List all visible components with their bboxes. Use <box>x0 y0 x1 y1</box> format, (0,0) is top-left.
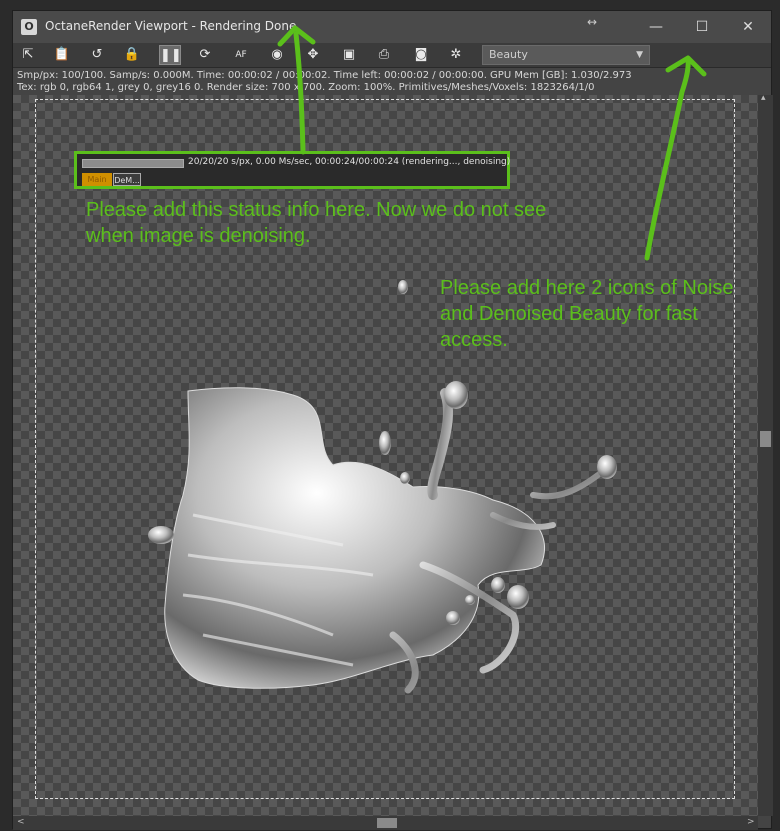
viewport-window: O OctaneRender Viewport - Rendering Done… <box>12 10 773 830</box>
render-pass-dropdown[interactable]: Beauty ▼ <box>482 45 650 65</box>
droplet-right-small <box>491 577 505 593</box>
auto-focus-icon[interactable]: AF <box>230 45 252 65</box>
resize-arrows-icon: ↔ <box>587 15 598 29</box>
droplet-top-large <box>444 381 468 409</box>
droplet-lower <box>446 611 460 625</box>
splash-main-body <box>164 387 545 689</box>
scroll-up-arrow-icon[interactable]: ▴ <box>761 93 766 103</box>
pause-icon[interactable]: ❚❚ <box>159 45 182 65</box>
render-stats-line-1: Smp/px: 100/100. Samp/s: 0.000M. Time: 0… <box>17 70 632 81</box>
close-button[interactable]: ✕ <box>725 11 771 43</box>
splash-tendril-top <box>427 388 453 500</box>
print-icon[interactable]: ⎙ <box>373 45 395 65</box>
render-pass-value: Beauty <box>489 48 528 61</box>
scroll-right-arrow-icon[interactable]: > <box>747 817 755 827</box>
settings-icon[interactable]: ✲ <box>445 45 467 65</box>
octane-app-icon: O <box>21 19 37 35</box>
droplet-left <box>148 526 174 544</box>
annotation-icons-note: Please add here 2 icons of Noise and Den… <box>440 277 734 351</box>
material-picker-icon[interactable]: ✥ <box>302 45 324 65</box>
refresh-icon[interactable]: ⟳ <box>194 45 216 65</box>
window-title: OctaneRender Viewport - Rendering Done <box>45 19 297 33</box>
lock-icon[interactable]: 🔒 <box>121 45 143 65</box>
horizontal-scroll-thumb[interactable] <box>377 818 397 828</box>
scroll-left-arrow-icon[interactable]: < <box>17 817 25 827</box>
render-status-text: 20/20/20 s/px, 0.00 Ms/sec, 00:00:24/00:… <box>188 157 511 167</box>
send-to-picture-viewer-icon[interactable]: ⇱ <box>17 45 39 65</box>
object-picker-icon[interactable]: ◉ <box>266 45 288 65</box>
droplet-right-top <box>597 455 617 479</box>
droplet-right-mid <box>507 585 529 609</box>
title-bar[interactable]: O OctaneRender Viewport - Rendering Done… <box>13 11 771 43</box>
annotation-status-note: Please add this status info here. Now we… <box>86 199 547 247</box>
vertical-scrollbar[interactable]: ▴ <box>758 93 773 816</box>
tab-main[interactable]: Main <box>82 173 112 186</box>
chevron-down-icon: ▼ <box>636 50 643 60</box>
render-progress-bar <box>82 159 184 168</box>
droplet-center-high <box>398 280 408 294</box>
droplet-middle <box>400 472 410 484</box>
minimize-button[interactable]: — <box>633 11 679 43</box>
droplet-center <box>379 431 391 455</box>
render-status-panel: 20/20/20 s/px, 0.00 Ms/sec, 00:00:24/00:… <box>74 151 510 189</box>
tab-dem[interactable]: DeM... <box>113 173 141 186</box>
restart-render-icon[interactable]: ↺ <box>86 45 108 65</box>
maximize-button[interactable]: ☐ <box>679 11 725 43</box>
splash-tendril-right-2 <box>490 472 601 530</box>
render-region-icon[interactable]: ▣ <box>338 45 360 65</box>
viewport-toolbar: ⇱ 📋 ↺ 🔒 ❚❚ ⟳ AF ◉ ✥ ▣ ⎙ ◙ ✲ Beauty ▼ <box>13 43 771 68</box>
render-stats-line-2: Tex: rgb 0, rgb64 1, grey 0, grey16 0. R… <box>17 82 595 93</box>
vertical-scroll-thumb[interactable] <box>760 431 771 447</box>
camera-icon[interactable]: ◙ <box>410 45 432 65</box>
droplet-pair <box>465 595 475 605</box>
clipboard-icon[interactable]: 📋 <box>51 45 73 65</box>
horizontal-scrollbar[interactable]: < > <box>13 816 758 830</box>
render-progress-fill <box>83 160 183 167</box>
